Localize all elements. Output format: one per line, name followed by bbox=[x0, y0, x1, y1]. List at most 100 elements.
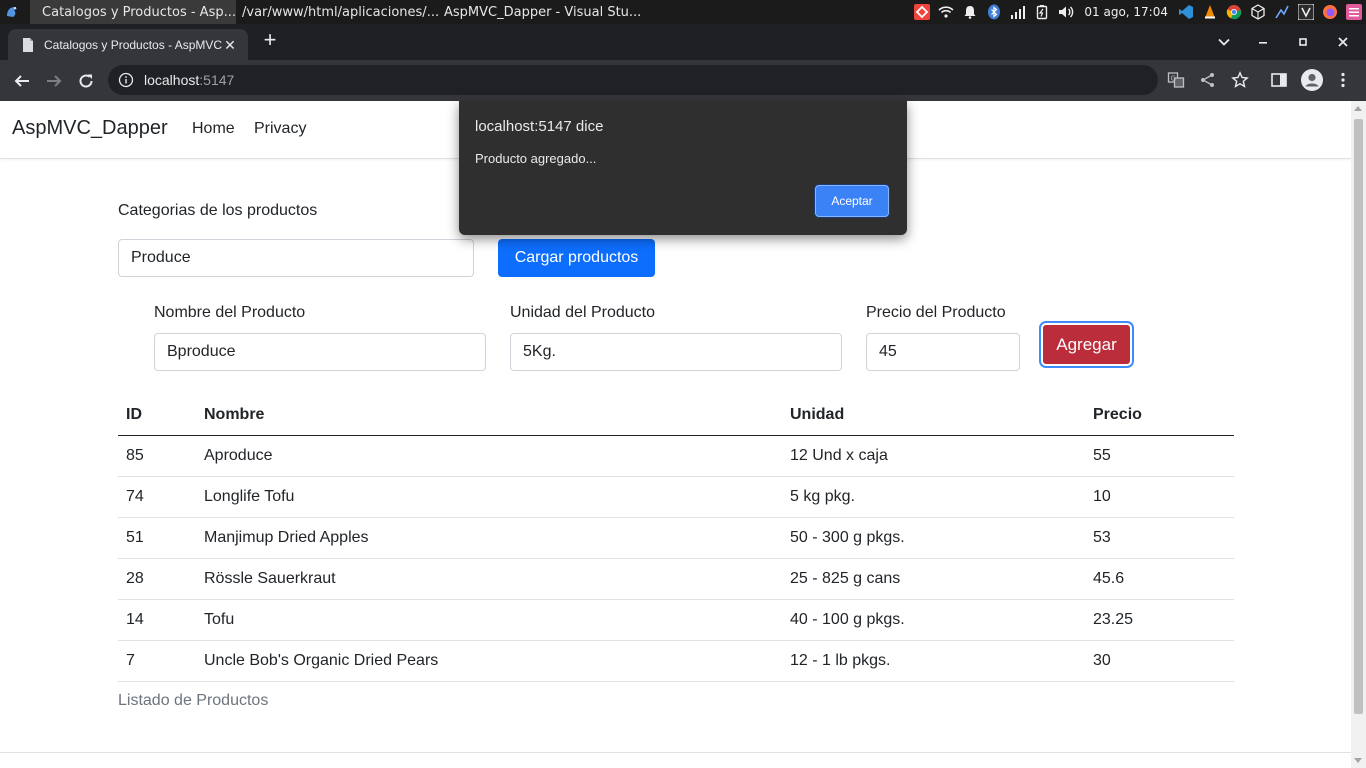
cell-unit: 12 - 1 lb pkgs. bbox=[782, 640, 1085, 682]
taskbar-task-files[interactable]: /var/www/html/aplicaciones/... bbox=[236, 0, 439, 24]
share-icon bbox=[1201, 73, 1214, 87]
clock[interactable]: 01 ago, 17:04 bbox=[1084, 5, 1168, 19]
close-icon bbox=[1338, 37, 1348, 47]
side-panel-icon bbox=[1271, 73, 1287, 87]
column-header-name: Nombre bbox=[196, 394, 782, 436]
kebab-menu-icon bbox=[1341, 72, 1345, 88]
cell-id: 14 bbox=[118, 599, 196, 641]
app-launcher-icon[interactable] bbox=[4, 4, 20, 20]
cube-app-icon[interactable] bbox=[1250, 4, 1266, 20]
taskbar-task-label: AspMVC_Dapper - Visual Stu... bbox=[444, 4, 642, 20]
cell-id: 51 bbox=[118, 517, 196, 559]
cell-unit: 50 - 300 g pkgs. bbox=[782, 517, 1085, 559]
reload-button[interactable] bbox=[73, 68, 99, 94]
vlc-icon[interactable] bbox=[1202, 4, 1218, 20]
firefox-icon[interactable] bbox=[1322, 4, 1338, 20]
bluetooth-icon[interactable] bbox=[986, 4, 1002, 20]
url-host: localhost bbox=[144, 72, 200, 88]
scroll-up-arrow-icon[interactable] bbox=[1354, 106, 1362, 111]
profile-button[interactable] bbox=[1301, 69, 1323, 91]
cell-name: Aproduce bbox=[196, 435, 782, 477]
cell-price: 10 bbox=[1085, 476, 1234, 518]
os-taskbar: Catalogos y Productos - Asp... /var/www/… bbox=[0, 0, 1366, 24]
share-button[interactable] bbox=[1198, 70, 1218, 90]
close-tab-icon[interactable]: ✕ bbox=[222, 37, 238, 53]
tab-title: Catalogos y Productos - AspMVC_Dapper bbox=[44, 37, 222, 52]
browser-menu-button[interactable] bbox=[1333, 70, 1353, 90]
cell-id: 28 bbox=[118, 558, 196, 600]
categories-label: Categorias de los productos bbox=[118, 202, 318, 219]
dialog-title: localhost:5147 dice bbox=[475, 118, 604, 135]
nav-home-link[interactable]: Home bbox=[192, 120, 235, 138]
address-bar[interactable]: localhost:5147 bbox=[108, 65, 1158, 95]
taskbar-task-label: Catalogos y Productos - Asp... bbox=[42, 4, 236, 20]
reload-icon bbox=[79, 74, 93, 88]
scrollbar-thumb[interactable] bbox=[1354, 119, 1363, 714]
vector-app-icon[interactable] bbox=[1298, 4, 1314, 20]
chevron-down-icon bbox=[1218, 38, 1230, 46]
volume-icon[interactable] bbox=[1058, 4, 1074, 20]
translate-button[interactable]: G bbox=[1166, 70, 1186, 90]
forward-button[interactable] bbox=[41, 68, 67, 94]
scroll-down-arrow-icon[interactable] bbox=[1354, 758, 1362, 763]
settings-app-icon[interactable] bbox=[1346, 4, 1362, 20]
product-name-input[interactable] bbox=[154, 333, 486, 371]
cell-price: 55 bbox=[1085, 435, 1234, 477]
signal-bars-icon[interactable] bbox=[1010, 4, 1026, 20]
app-brand[interactable]: AspMVC_Dapper bbox=[12, 117, 168, 140]
column-header-unit: Unidad bbox=[782, 394, 1085, 436]
category-input[interactable] bbox=[118, 239, 474, 277]
site-info-icon[interactable] bbox=[118, 72, 134, 88]
table-row: 14 Tofu 40 - 100 g pkgs. 23.25 bbox=[118, 599, 1234, 641]
browser-toolbar: localhost:5147 G bbox=[0, 60, 1366, 101]
alert-dialog: localhost:5147 dice Producto agregado...… bbox=[459, 101, 907, 235]
table-caption: Listado de Productos bbox=[118, 692, 269, 709]
side-panel-button[interactable] bbox=[1269, 70, 1289, 90]
tab-search-button[interactable] bbox=[1204, 24, 1244, 60]
notification-bell-icon[interactable] bbox=[962, 4, 978, 20]
product-name-label: Nombre del Producto bbox=[154, 304, 306, 321]
cell-unit: 12 Und x caja bbox=[782, 435, 1085, 477]
column-header-id: ID bbox=[118, 394, 196, 436]
chrome-tray-icon[interactable] bbox=[1226, 4, 1242, 20]
column-header-price: Precio bbox=[1085, 394, 1234, 436]
anydesk-icon[interactable] bbox=[914, 4, 931, 20]
cell-name: Uncle Bob's Organic Dried Pears bbox=[196, 640, 782, 682]
taskbar-task-chrome[interactable]: Catalogos y Productos - Asp... bbox=[30, 0, 236, 24]
back-button[interactable] bbox=[9, 68, 35, 94]
cell-name: Longlife Tofu bbox=[196, 476, 782, 518]
cell-id: 74 bbox=[118, 476, 196, 518]
cell-unit: 25 - 825 g cans bbox=[782, 558, 1085, 600]
load-products-button[interactable]: Cargar productos bbox=[498, 239, 655, 277]
product-price-input[interactable] bbox=[866, 333, 1020, 371]
cell-name: Manjimup Dried Apples bbox=[196, 517, 782, 559]
taskbar-task-vscode[interactable]: AspMVC_Dapper - Visual Stu... bbox=[438, 0, 642, 24]
close-window-button[interactable] bbox=[1323, 24, 1363, 60]
add-product-button[interactable]: Agregar bbox=[1041, 323, 1132, 366]
new-tab-button[interactable]: + bbox=[259, 29, 281, 52]
cell-price: 45.6 bbox=[1085, 558, 1234, 600]
browser-tab-strip: Catalogos y Productos - AspMVC_Dapper ✕ bbox=[0, 24, 1366, 60]
vscode-tray-icon[interactable] bbox=[1178, 4, 1194, 20]
product-price-label: Precio del Producto bbox=[866, 304, 1006, 321]
wifi-icon[interactable] bbox=[938, 4, 954, 20]
network-tool-icon[interactable] bbox=[1274, 4, 1290, 20]
cell-id: 85 bbox=[118, 435, 196, 477]
page-scrollbar[interactable] bbox=[1351, 101, 1366, 768]
table-row: 85 Aproduce 12 Und x caja 55 bbox=[118, 435, 1234, 477]
star-icon bbox=[1231, 71, 1249, 88]
product-unit-input[interactable] bbox=[510, 333, 842, 371]
url-port: :5147 bbox=[199, 72, 235, 88]
system-tray: 01 ago, 17:04 bbox=[910, 0, 1366, 24]
dialog-accept-button[interactable]: Aceptar bbox=[815, 185, 889, 217]
cell-unit: 40 - 100 g pkgs. bbox=[782, 599, 1085, 641]
maximize-icon bbox=[1299, 38, 1307, 46]
forward-arrow-icon bbox=[47, 75, 62, 87]
maximize-button[interactable] bbox=[1283, 24, 1323, 60]
table-header-row: ID Nombre Unidad Precio bbox=[118, 394, 1234, 436]
browser-tab[interactable]: Catalogos y Productos - AspMVC_Dapper ✕ bbox=[8, 29, 248, 60]
bookmark-button[interactable] bbox=[1230, 70, 1250, 90]
battery-icon[interactable] bbox=[1034, 4, 1050, 20]
nav-privacy-link[interactable]: Privacy bbox=[254, 120, 306, 138]
minimize-button[interactable] bbox=[1243, 24, 1283, 60]
